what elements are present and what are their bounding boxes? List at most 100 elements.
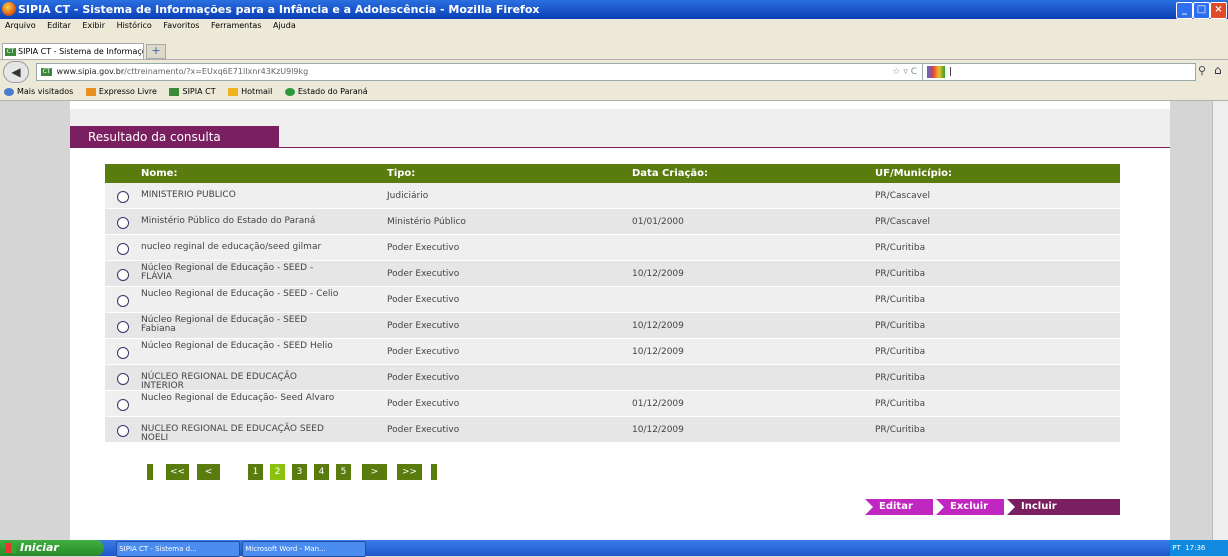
minimize-button[interactable]: _ <box>1176 2 1193 19</box>
cell-nome: Núcleo Regional de Educação - SEED Fabia… <box>141 315 308 334</box>
row-radio-button[interactable] <box>117 269 129 281</box>
bookmark-mais-visitados[interactable]: Mais visitados <box>4 87 73 96</box>
editar-label: Editar <box>879 501 913 512</box>
url-bar[interactable]: CT www.sipia.gov.br/cttreinamento/?x=EUx… <box>36 63 924 81</box>
row-radio-button[interactable] <box>117 425 129 437</box>
back-button[interactable]: ◀ <box>3 61 29 83</box>
cell-data: 01/12/2009 <box>632 399 684 409</box>
cell-tipo: Poder Executivo <box>387 425 460 435</box>
vertical-scrollbar[interactable] <box>1212 101 1228 540</box>
bookmark-sipia-ct[interactable]: SIPIA CT <box>169 87 216 96</box>
prev-page-button[interactable]: < <box>197 464 220 480</box>
search-bar[interactable]: | <box>922 63 1196 81</box>
table-row[interactable]: NUCLEO REGIONAL DE EDUCAÇÃO SEED NOELI Po… <box>105 417 1120 443</box>
row-radio-button[interactable] <box>117 217 129 229</box>
bookmark-estado-parana[interactable]: Estado do Paraná <box>284 87 368 96</box>
bookmark-label: Mais visitados <box>17 87 74 96</box>
header-uf: UF/Município: <box>875 168 953 179</box>
taskbar-item-firefox[interactable]: SIPIA CT - Sistema d... <box>116 541 240 557</box>
tab-bar: CTSIPIA CT - Sistema de Informações para… <box>0 33 1228 60</box>
row-radio-button[interactable] <box>117 295 129 307</box>
ct-icon <box>169 87 180 96</box>
home-icon[interactable]: ⌂ <box>1214 63 1222 77</box>
page-4-button[interactable]: 4 <box>314 464 329 480</box>
menu-arquivo[interactable]: Arquivo <box>5 21 36 30</box>
maximize-button[interactable]: □ <box>1193 2 1210 19</box>
table-row[interactable]: Ministério Público do Estado do Paraná Mi… <box>105 209 1120 235</box>
row-radio-button[interactable] <box>117 399 129 411</box>
cell-tipo: Ministério Público <box>387 217 466 227</box>
cell-data: 10/12/2009 <box>632 321 684 331</box>
row-radio-button[interactable] <box>117 373 129 385</box>
firefox-icon <box>2 2 16 16</box>
incluir-button[interactable]: Incluir <box>1007 499 1120 515</box>
cell-nome: Núcleo Regional de Educação - SEED Helio <box>141 341 333 351</box>
editar-button[interactable]: Editar <box>865 499 933 515</box>
incluir-label: Incluir <box>1021 501 1057 512</box>
search-icon[interactable]: ⚲ <box>1198 64 1212 78</box>
section-divider <box>70 147 1170 148</box>
navigation-bar: ◀ CT www.sipia.gov.br/cttreinamento/?x=E… <box>0 60 1228 83</box>
tab-sipia[interactable]: CTSIPIA CT - Sistema de Informações para… <box>2 43 144 59</box>
table-row[interactable]: Núcleo Regional de Educação - SEED - FLÁ… <box>105 261 1120 287</box>
globe-icon <box>4 87 14 96</box>
bookmark-hotmail[interactable]: Hotmail <box>228 87 272 96</box>
bookmark-expresso-livre[interactable]: Expresso Livre <box>85 87 157 96</box>
menu-ferramentas[interactable]: Ferramentas <box>211 21 261 30</box>
pager-right-edge <box>431 464 437 480</box>
language-indicator[interactable]: PT <box>1172 544 1181 552</box>
bookmark-label: SIPIA CT <box>182 87 216 96</box>
header-data: Data Criação: <box>632 168 709 179</box>
cell-uf: PR/Curitiba <box>875 243 926 253</box>
excluir-button[interactable]: Excluir <box>936 499 1004 515</box>
page-1-button[interactable]: 1 <box>248 464 263 480</box>
close-button[interactable]: × <box>1210 2 1227 19</box>
next-page-button[interactable]: > <box>362 464 387 480</box>
cell-uf: PR/Curitiba <box>875 269 926 279</box>
taskbar-item-word[interactable]: Microsoft Word - Man... <box>242 541 366 557</box>
taskbar: Iniciar SIPIA CT - Sistema d... Microsof… <box>0 540 1228 557</box>
cell-tipo: Poder Executivo <box>387 243 460 253</box>
last-page-button[interactable]: >> <box>397 464 422 480</box>
menu-historico[interactable]: Histórico <box>117 21 152 30</box>
table-row[interactable]: Núcleo Regional de Educação - SEED Helio… <box>105 339 1120 365</box>
menu-exibir[interactable]: Exibir <box>82 21 105 30</box>
page-viewport: Resultado da consulta Nome: Tipo: Data C… <box>0 101 1228 540</box>
table-row[interactable]: Nucleo Regional de Educação- Seed Alvaro… <box>105 391 1120 417</box>
table-row[interactable]: nucleo reginal de educação/seed gilmar Po… <box>105 235 1120 261</box>
cell-nome: MINISTERIO PUBLICO <box>141 190 236 200</box>
table-row[interactable]: NÚCLEO REGIONAL DE EDUCAÇÃO INTERIOR Pode… <box>105 365 1120 391</box>
cell-uf: PR/Curitiba <box>875 399 926 409</box>
new-tab-button[interactable]: + <box>146 44 166 59</box>
page-body: Resultado da consulta Nome: Tipo: Data C… <box>70 101 1170 540</box>
first-page-button[interactable]: << <box>166 464 189 480</box>
menu-ajuda[interactable]: Ajuda <box>273 21 296 30</box>
tab-label: SIPIA CT - Sistema de Informações para a… <box>18 47 143 56</box>
google-icon <box>927 66 945 78</box>
cell-data: 01/01/2000 <box>632 217 684 227</box>
table-header: Nome: Tipo: Data Criação: UF/Município: <box>105 164 1120 183</box>
table-row[interactable]: Nucleo Regional de Educação - SEED - Cel… <box>105 287 1120 313</box>
cell-nome: Núcleo Regional de Educação - SEED - FLÁ… <box>141 263 314 282</box>
table-body: MINISTERIO PUBLICO Judiciário PR/Cascavel M… <box>105 183 1120 443</box>
row-radio-button[interactable] <box>117 321 129 333</box>
url-host: www.sipia.gov.br <box>56 67 125 76</box>
page-5-button[interactable]: 5 <box>336 464 351 480</box>
page-3-button[interactable]: 3 <box>292 464 307 480</box>
row-radio-button[interactable] <box>117 347 129 359</box>
row-radio-button[interactable] <box>117 191 129 203</box>
menu-favoritos[interactable]: Favoritos <box>163 21 199 30</box>
pager-left-edge <box>147 464 153 480</box>
bookmark-star-icon[interactable]: ☆ ▿ C <box>892 64 917 80</box>
table-row[interactable]: Núcleo Regional de Educação - SEED Fabia… <box>105 313 1120 339</box>
menu-editar[interactable]: Editar <box>47 21 71 30</box>
row-radio-button[interactable] <box>117 243 129 255</box>
header-tipo: Tipo: <box>387 168 416 179</box>
page-2-button[interactable]: 2 <box>270 464 285 480</box>
search-input[interactable]: | <box>949 67 952 77</box>
cell-uf: PR/Curitiba <box>875 425 926 435</box>
cell-uf: PR/Curitiba <box>875 347 926 357</box>
table-row[interactable]: MINISTERIO PUBLICO Judiciário PR/Cascavel <box>105 183 1120 209</box>
cell-nome: nucleo reginal de educação/seed gilmar <box>141 242 322 252</box>
start-button[interactable]: Iniciar <box>0 540 104 556</box>
